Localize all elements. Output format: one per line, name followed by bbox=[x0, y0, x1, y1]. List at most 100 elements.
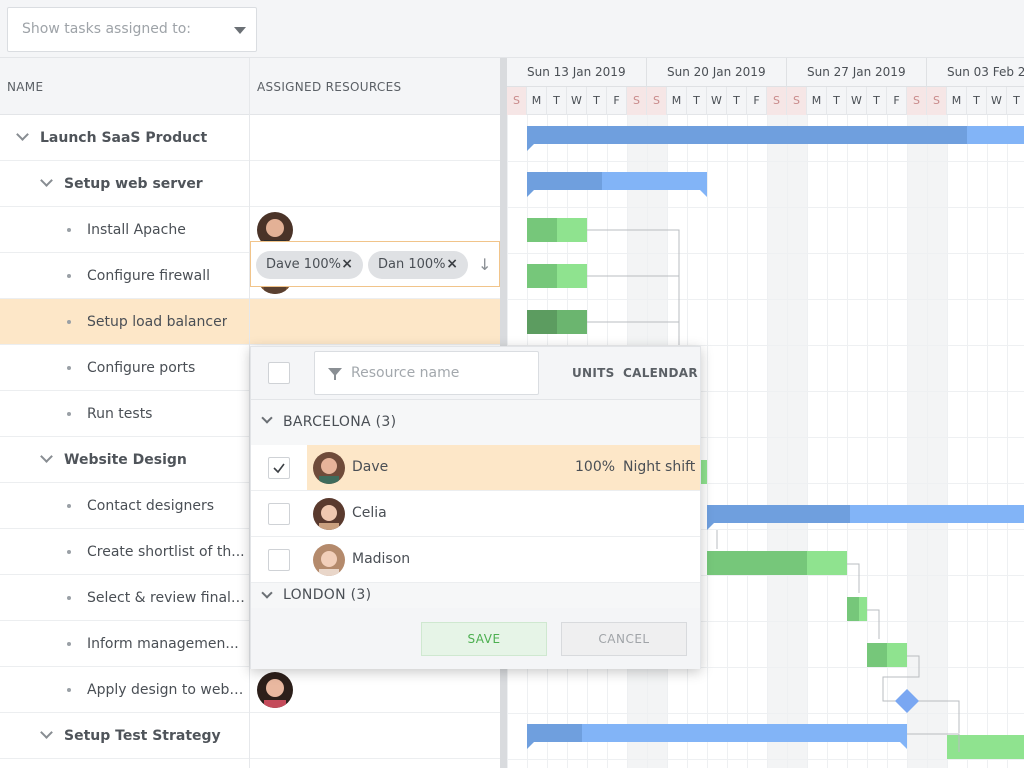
column-header-resources[interactable]: ASSIGNED RESOURCES bbox=[257, 80, 401, 94]
task-name[interactable]: Setup web server bbox=[64, 176, 203, 192]
week-header: Sun 03 Feb 2 bbox=[927, 58, 1024, 87]
summary-bar-web-server[interactable] bbox=[527, 172, 707, 197]
save-button[interactable]: SAVE bbox=[421, 622, 547, 656]
day-header: S bbox=[767, 87, 787, 115]
resource-assignment-editor[interactable]: Dave 100% × Dan 100% × ↓ bbox=[250, 241, 500, 287]
summary-bar-website-design[interactable] bbox=[707, 505, 1024, 530]
task-bar-load-balancer[interactable] bbox=[527, 310, 587, 334]
task-name[interactable]: Setup load balancer bbox=[87, 314, 227, 330]
resource-calendar[interactable]: Night shift bbox=[623, 459, 695, 475]
week-header: Sun 13 Jan 2019 bbox=[507, 58, 647, 87]
select-all-checkbox[interactable] bbox=[268, 362, 290, 384]
chevron-down-icon[interactable] bbox=[40, 450, 53, 463]
close-icon[interactable]: × bbox=[341, 256, 353, 272]
task-bar-configure-firewall[interactable] bbox=[527, 264, 587, 288]
assignee-filter-select[interactable]: Show tasks assigned to: bbox=[7, 7, 257, 52]
timeline-header: Sun 13 Jan 2019 Sun 20 Jan 2019 Sun 27 J… bbox=[507, 58, 1024, 115]
task-name[interactable]: Apply design to web ... bbox=[87, 682, 245, 698]
column-header-calendar[interactable]: CALENDAR bbox=[623, 366, 698, 380]
resource-units[interactable]: 100% bbox=[575, 459, 615, 475]
group-row-london[interactable]: LONDON (3) bbox=[251, 583, 700, 608]
chevron-down-icon[interactable] bbox=[261, 412, 273, 424]
task-name[interactable]: Configure ports bbox=[87, 360, 195, 376]
day-header: S bbox=[907, 87, 927, 115]
day-header: M bbox=[807, 87, 827, 115]
task-name[interactable]: Configure firewall bbox=[87, 268, 210, 284]
resource-row-madison[interactable]: Madison bbox=[251, 537, 700, 583]
task-row-parent[interactable]: Setup Test Strategy bbox=[0, 713, 500, 759]
day-header: F bbox=[747, 87, 767, 115]
task-row-parent[interactable]: Launch SaaS Product bbox=[0, 115, 500, 161]
summary-bar-launch[interactable] bbox=[527, 126, 1024, 151]
chevron-down-icon[interactable] bbox=[40, 174, 53, 187]
day-header: S bbox=[627, 87, 647, 115]
day-header: S bbox=[507, 87, 527, 115]
day-header: T bbox=[727, 87, 747, 115]
resource-name: Madison bbox=[352, 551, 411, 567]
task-bar-install-apache[interactable] bbox=[527, 218, 587, 242]
chevron-down-icon[interactable] bbox=[261, 587, 273, 599]
bullet-icon bbox=[67, 274, 71, 278]
day-header: T bbox=[827, 87, 847, 115]
arrow-down-icon[interactable]: ↓ bbox=[478, 255, 491, 274]
milestone-inform-management[interactable] bbox=[895, 689, 919, 713]
chip-label: Dan 100% bbox=[378, 257, 446, 272]
day-header: T bbox=[967, 87, 987, 115]
task-name[interactable]: Setup Test Strategy bbox=[64, 728, 221, 744]
group-row-barcelona[interactable]: BARCELONA (3) bbox=[251, 400, 700, 445]
day-header: S bbox=[787, 87, 807, 115]
task-name[interactable]: Install Apache bbox=[87, 222, 186, 238]
resource-row-celia[interactable]: Celia bbox=[251, 491, 700, 537]
resource-picker-popup: Resource name UNITS CALENDAR BARCELONA (… bbox=[250, 346, 701, 669]
bullet-icon bbox=[67, 228, 71, 232]
task-row[interactable]: Setup load balancer bbox=[0, 299, 500, 345]
task-name[interactable]: Create shortlist of th... bbox=[87, 544, 245, 560]
bullet-icon bbox=[67, 320, 71, 324]
grid-header: NAME ASSIGNED RESOURCES bbox=[0, 58, 500, 115]
task-row[interactable]: Apply design to web ... bbox=[0, 667, 500, 713]
group-label: BARCELONA (3) bbox=[283, 414, 397, 430]
bullet-icon bbox=[67, 642, 71, 646]
group-label: LONDON (3) bbox=[283, 587, 372, 603]
resource-row-dave[interactable]: Dave 100% Night shift bbox=[251, 445, 700, 491]
task-bar-select-review[interactable] bbox=[867, 643, 907, 667]
task-bar-contact-designers[interactable] bbox=[707, 551, 847, 575]
bullet-icon bbox=[67, 688, 71, 692]
task-name[interactable]: Website Design bbox=[64, 452, 187, 468]
task-bar-create-shortlist[interactable] bbox=[847, 597, 867, 621]
column-header-name[interactable]: NAME bbox=[7, 80, 43, 94]
day-header: F bbox=[607, 87, 627, 115]
resource-checkbox[interactable] bbox=[268, 549, 290, 571]
day-header: T bbox=[547, 87, 567, 115]
task-name[interactable]: Launch SaaS Product bbox=[40, 130, 207, 146]
close-icon[interactable]: × bbox=[446, 256, 458, 272]
avatar bbox=[257, 672, 293, 708]
resource-search-input[interactable]: Resource name bbox=[314, 351, 539, 395]
resource-name: Celia bbox=[352, 505, 387, 521]
day-header: F bbox=[887, 87, 907, 115]
task-name[interactable]: Select & review final ... bbox=[87, 590, 245, 606]
column-header-units[interactable]: UNITS bbox=[572, 366, 615, 380]
summary-bar-test-strategy[interactable] bbox=[507, 722, 1024, 752]
check-icon bbox=[273, 463, 285, 474]
day-header: W bbox=[987, 87, 1007, 115]
task-name[interactable]: Contact designers bbox=[87, 498, 214, 514]
day-header: W bbox=[847, 87, 867, 115]
task-name[interactable]: Run tests bbox=[87, 406, 152, 422]
resource-chip-dan[interactable]: Dan 100% × bbox=[368, 251, 468, 279]
assignee-filter-placeholder: Show tasks assigned to: bbox=[22, 21, 191, 37]
chevron-down-icon[interactable] bbox=[40, 726, 53, 739]
avatar bbox=[313, 498, 345, 530]
day-header: W bbox=[567, 87, 587, 115]
resource-chip-dave[interactable]: Dave 100% × bbox=[256, 251, 363, 279]
task-row-parent[interactable]: Setup web server bbox=[0, 161, 500, 207]
task-name[interactable]: Inform managemen... bbox=[87, 636, 239, 652]
day-header: T bbox=[687, 87, 707, 115]
day-header: S bbox=[647, 87, 667, 115]
chevron-down-icon[interactable] bbox=[16, 128, 29, 141]
bullet-icon bbox=[67, 550, 71, 554]
cancel-button[interactable]: CANCEL bbox=[561, 622, 687, 656]
resource-checkbox[interactable] bbox=[268, 457, 290, 479]
resource-checkbox[interactable] bbox=[268, 503, 290, 525]
bullet-icon bbox=[67, 366, 71, 370]
